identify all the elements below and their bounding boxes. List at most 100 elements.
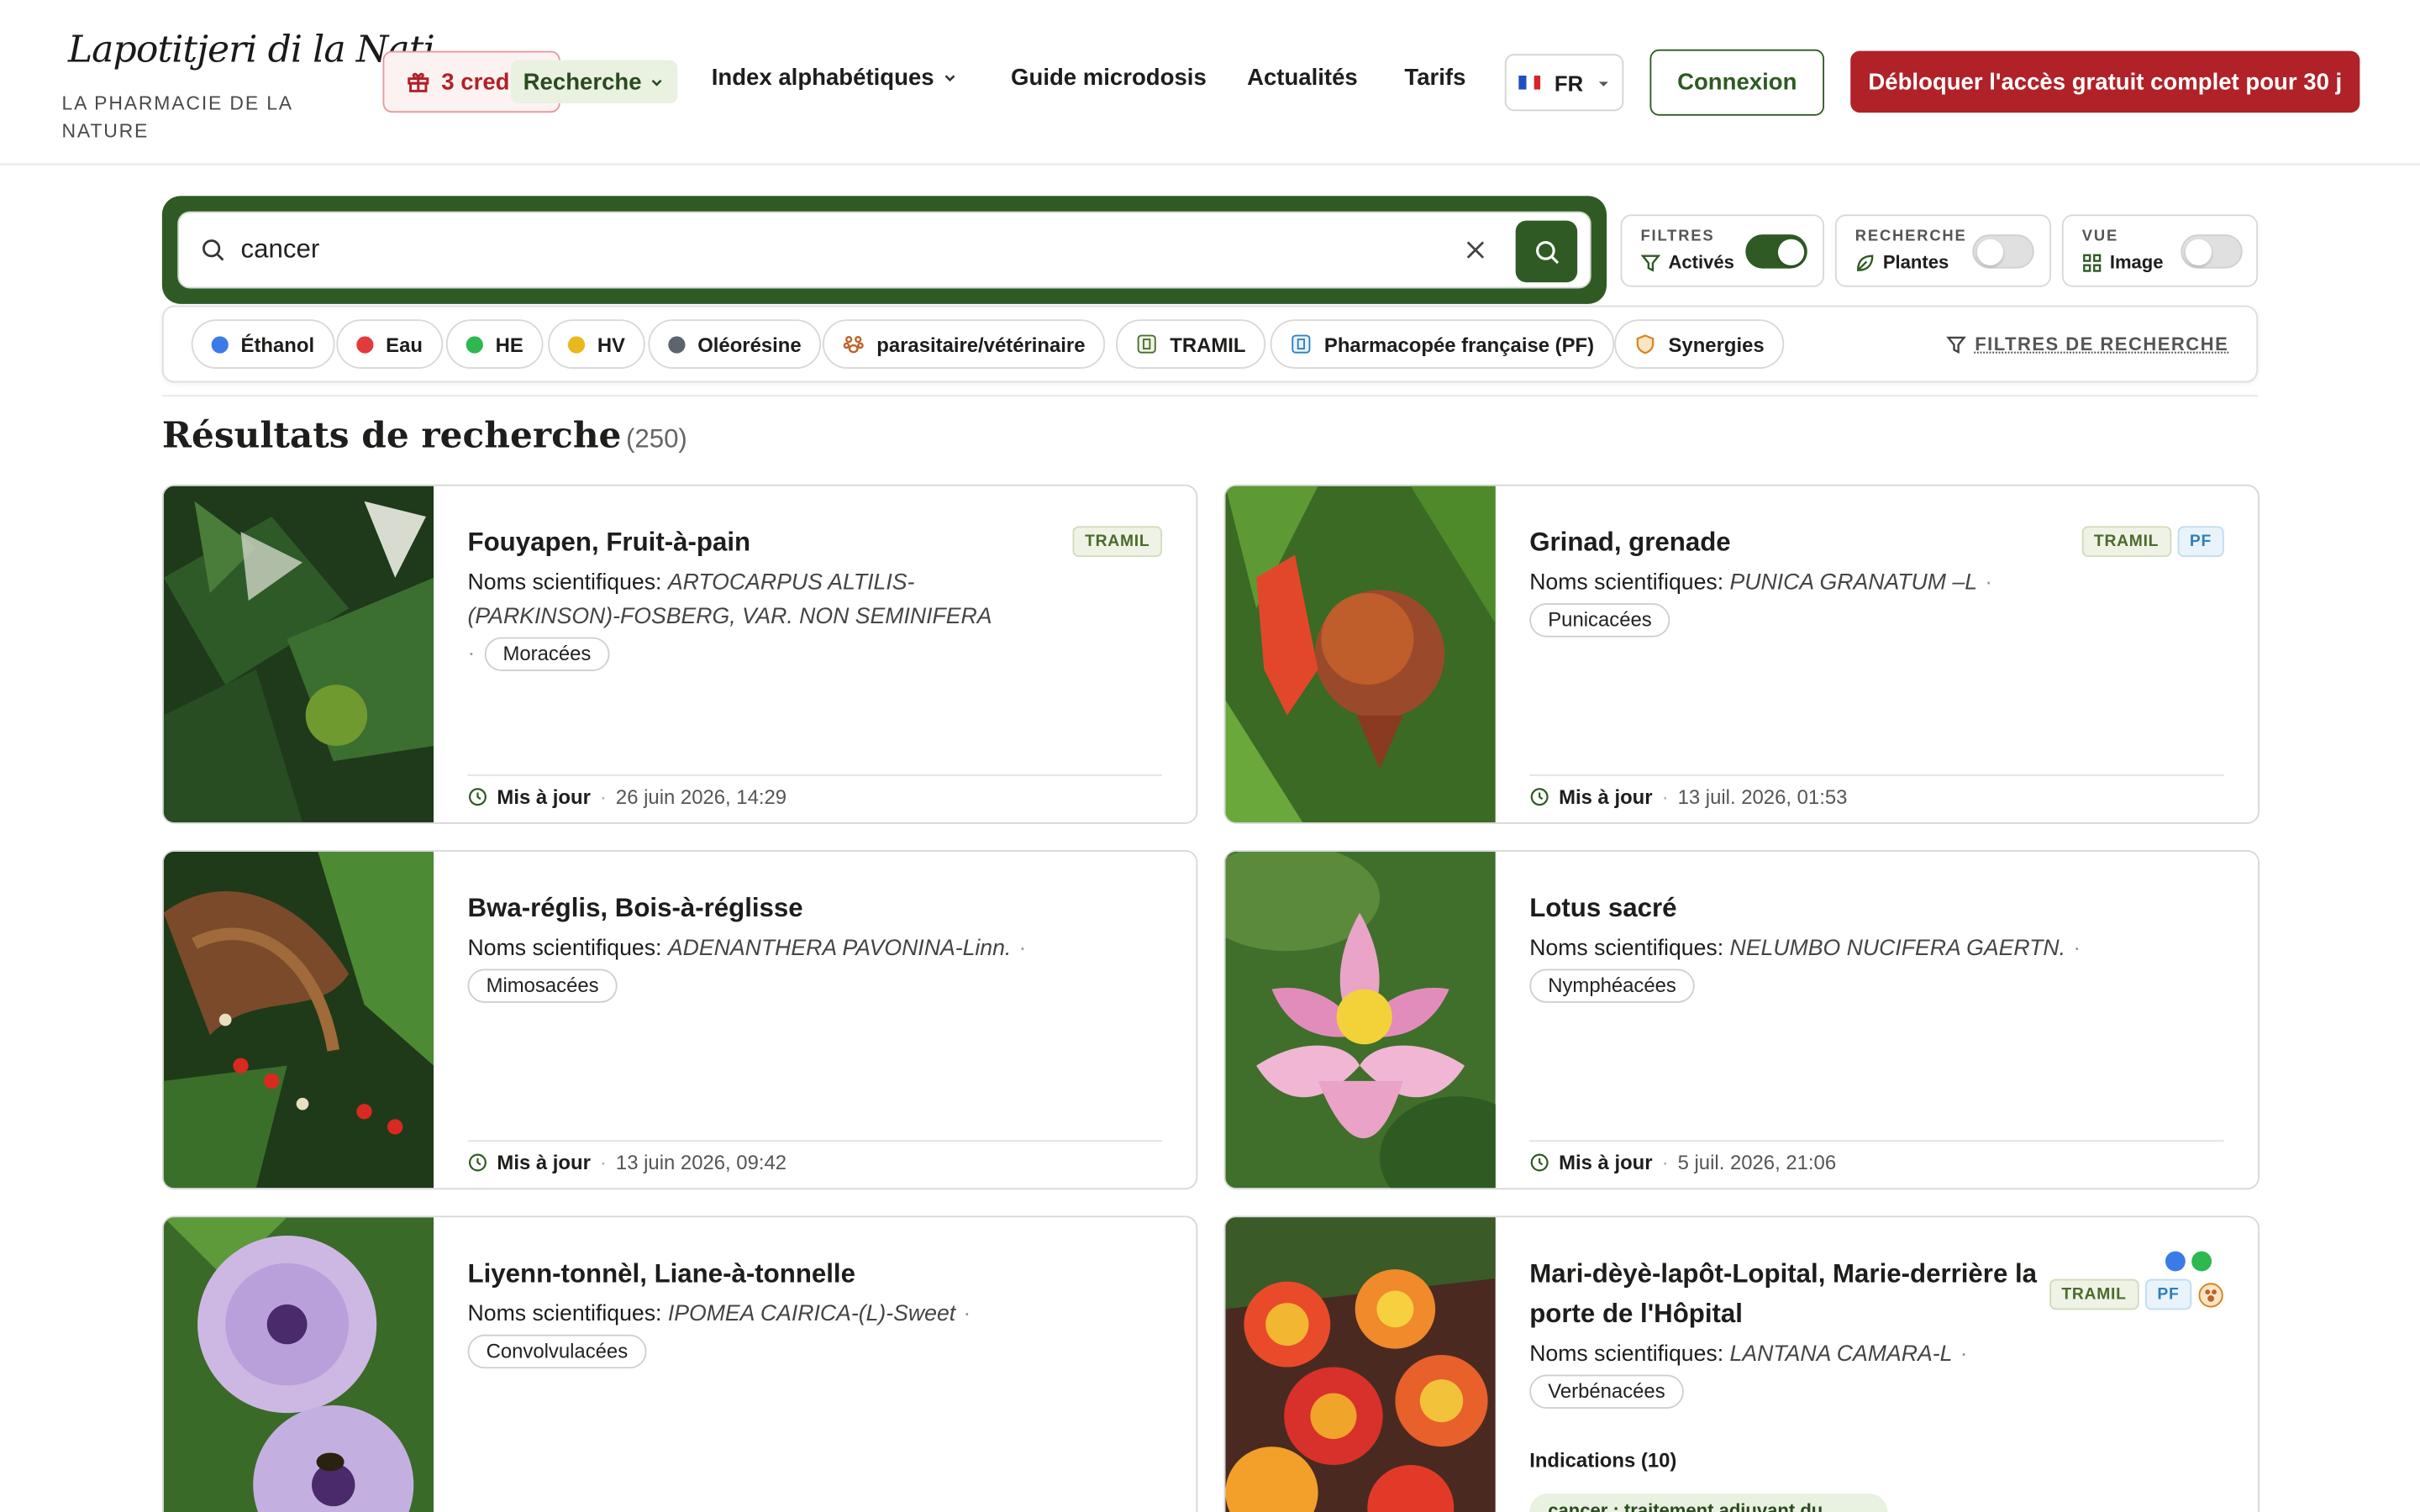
chip-label: Eau [386, 332, 423, 356]
result-card[interactable]: Fouyapen, Fruit-à-pain TRAMIL Noms scien… [161, 484, 1198, 824]
plant-photo [163, 486, 434, 822]
language-selector[interactable]: FR [1504, 54, 1624, 112]
synergy-icon [2198, 1282, 2223, 1307]
chip-parasitaire-veterinaire[interactable]: parasitaire/vétérinaire [822, 319, 1106, 369]
nav-actualites[interactable]: Actualités [1247, 65, 1358, 91]
chip-synergies[interactable]: Synergies [1614, 319, 1785, 369]
family-tag[interactable]: Nymphéacées [1529, 969, 1695, 1003]
plant-name[interactable]: Lotus sacré [1529, 889, 1676, 929]
blue-dot-icon [2165, 1251, 2186, 1272]
family-tag[interactable]: Convolvulacées [467, 1334, 647, 1369]
plant-name[interactable]: Liyenn-tonnèl, Liane-à-tonnelle [468, 1254, 855, 1294]
search-mode-switch[interactable] [1972, 234, 2034, 269]
plant-name[interactable]: Grinad, grenade [1529, 523, 1730, 564]
result-card[interactable]: Liyenn-tonnèl, Liane-à-tonnelle Noms sci… [161, 1215, 1198, 1512]
login-button[interactable]: Connexion [1649, 49, 1825, 116]
view-label: VUE [2081, 228, 2119, 246]
chip-label: Pharmacopée française (PF) [1323, 332, 1595, 356]
pf-badge: PF [2177, 526, 2224, 558]
family-tag[interactable]: Moracées [484, 637, 610, 671]
logo-wordmark: Lapotitjeri di la Nati [67, 28, 435, 71]
sci-value: NELUMBO NUCIFERA GAERTN. [1729, 936, 2066, 962]
family-row: Punicacées [1529, 603, 1670, 638]
view-switch[interactable] [2181, 234, 2243, 269]
nav-guide-microdosis[interactable]: Guide microdosis [1011, 65, 1207, 91]
result-card[interactable]: Mari-dèyè-lapôt-Lopital, Marie-derrière … [1223, 1215, 2260, 1512]
card-body: Fouyapen, Fruit-à-pain TRAMIL Noms scien… [467, 486, 1163, 822]
filter-chips-bar: Éthanol Eau HE HV Oléorésine parasitaire… [161, 305, 2259, 383]
sci-label: Noms scientifiques: [467, 570, 662, 596]
sci-label: Noms scientifiques: [467, 936, 662, 962]
chip-he[interactable]: HE [445, 319, 544, 369]
language-label: FR [1554, 70, 1584, 95]
chip-label: Éthanol [240, 332, 315, 356]
filters-toggle-value: Activés [1668, 251, 1734, 274]
nav-index-alphabetiques[interactable]: Index alphabétiques [712, 65, 959, 91]
filters-switch[interactable] [1745, 234, 1807, 269]
search-input[interactable] [240, 234, 1414, 265]
nav-tarifs[interactable]: Tarifs [1404, 65, 1465, 91]
tramil-badge: TRAMIL [2081, 526, 2171, 558]
result-card[interactable]: Grinad, grenade TRAMIL PF Noms scientifiq… [1223, 484, 2260, 824]
filters-toggle-card[interactable]: FILTRES Activés [1620, 214, 1825, 287]
chip-oleoresine[interactable]: Oléorésine [648, 319, 822, 369]
result-card[interactable]: Bwa-réglis, Bois-à-réglisse Noms scienti… [161, 850, 1198, 1190]
nav-recherche-label: Recherche [523, 68, 642, 95]
plant-name[interactable]: Bwa-réglis, Bois-à-réglisse [468, 889, 803, 929]
search-icon [203, 239, 224, 261]
updated-date: 13 juil. 2026, 01:53 [1677, 785, 1848, 809]
chip-label: Oléorésine [697, 332, 802, 356]
sci-value: LANTANA CAMARA-L [1729, 1341, 1953, 1368]
gift-icon [408, 72, 429, 92]
site-logo[interactable]: Lapotitjeri di la Nati LA PHARMACIE DE L… [61, 28, 434, 145]
search-filters-link[interactable]: FILTRES DE RECHERCHE [1945, 333, 2228, 354]
search-mode-value: Plantes [1882, 251, 1949, 274]
search-submit-button[interactable] [1515, 220, 1578, 283]
scientific-names: Noms scientifiques: IPOMEA CAIRICA-(L)-S… [467, 1302, 971, 1327]
family-tag[interactable]: Verbénacées [1529, 1374, 1684, 1409]
free-access-cta-button[interactable]: Débloquer l'accès gratuit complet pour 3… [1850, 50, 2360, 113]
nav-guide-label: Guide microdosis [1011, 65, 1207, 92]
result-card[interactable]: Lotus sacré Noms scientifiques: NELUMBO … [1223, 850, 2260, 1190]
gray-dot-icon [668, 335, 686, 353]
pf-badge: PF [2144, 1278, 2192, 1310]
badges: TRAMIL [1072, 526, 1163, 558]
search-icon [1535, 240, 1559, 264]
chip-hv[interactable]: HV [548, 319, 645, 369]
family-tag[interactable]: Punicacées [1529, 603, 1670, 638]
login-label: Connexion [1677, 69, 1797, 96]
chip-label: Synergies [1668, 332, 1765, 356]
search-box [177, 211, 1591, 289]
chip-label: parasitaire/vétérinaire [876, 332, 1086, 356]
card-footer: Mis à jour · 13 juil. 2026, 01:53 [1529, 774, 2224, 808]
badges: TRAMIL PF [2081, 526, 2224, 558]
family-row: Mimosacées [467, 969, 618, 1003]
scientific-names: Noms scientifiques: ARTOCARPUS ALTILIS-(… [468, 566, 992, 634]
plant-name[interactable]: Fouyapen, Fruit-à-pain [468, 523, 751, 564]
site-header: Lapotitjeri di la Nati LA PHARMACIE DE L… [0, 0, 2420, 165]
scientific-names: Noms scientifiques: PUNICA GRANATUM –L · [1529, 570, 1993, 596]
chip-label: HV [597, 332, 625, 356]
results-heading: Résultats de recherche (250) [162, 415, 687, 457]
family-tag[interactable]: Mimosacées [467, 969, 618, 1003]
clear-search-icon[interactable] [1463, 238, 1487, 262]
sci-label: Noms scientifiques: [467, 1302, 662, 1327]
updated-label: Mis à jour [497, 1151, 591, 1174]
clock-icon [1530, 788, 1549, 806]
plant-photo [1225, 486, 1496, 822]
view-toggle-card[interactable]: VUE Image [2061, 214, 2259, 287]
card-footer: Mis à jour · 13 juin 2026, 09:42 [467, 1140, 1163, 1174]
credits-label: 3 credi [441, 68, 517, 95]
search-mode-value-row: Plantes [1855, 251, 1949, 273]
cta-label: Débloquer l'accès gratuit complet pour 3… [1868, 68, 2343, 95]
plant-name[interactable]: Mari-dèyè-lapôt-Lopital, Marie-derrière … [1529, 1254, 2054, 1335]
chip-eau[interactable]: Eau [336, 319, 443, 369]
search-mode-toggle-card[interactable]: RECHERCHE Plantes [1834, 214, 2052, 287]
chip-tramil[interactable]: TRAMIL [1115, 319, 1266, 369]
chip-ethanol[interactable]: Éthanol [191, 319, 334, 369]
indication-tag[interactable]: cancer : traitement adjuvant du... [1529, 1493, 1888, 1512]
results-title: Résultats de recherche [161, 415, 622, 457]
nav-recherche[interactable]: Recherche [510, 60, 677, 104]
chip-pharmacopee-francaise[interactable]: Pharmacopée française (PF) [1270, 319, 1614, 369]
funnel-icon [1640, 254, 1661, 271]
